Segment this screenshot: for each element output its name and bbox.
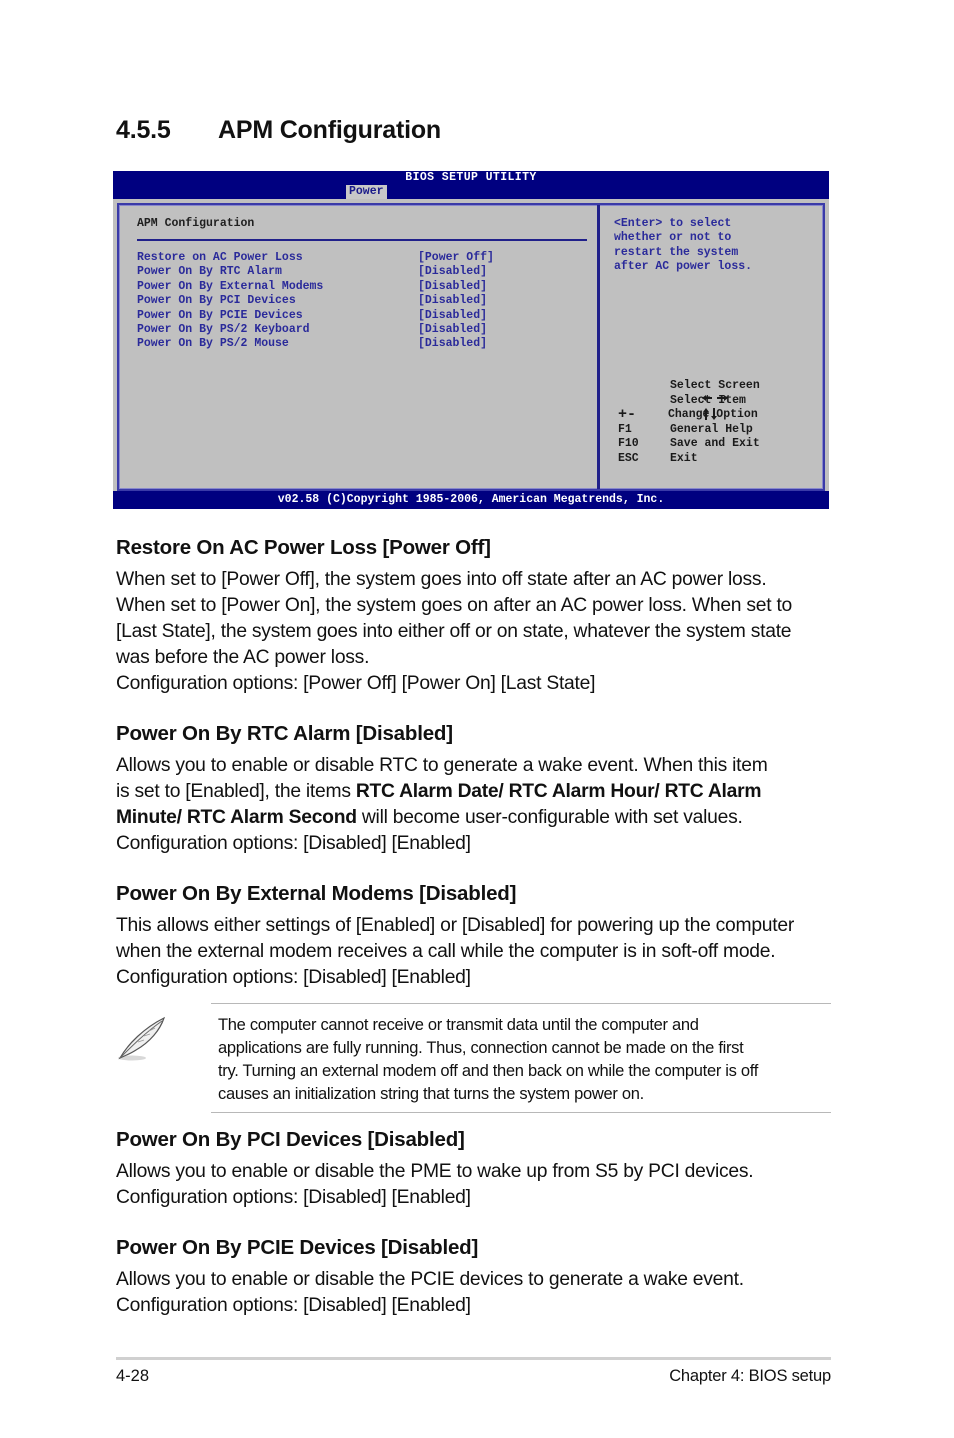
key-row: F1 General Help	[618, 423, 818, 438]
text-line: try. Turning an external modem off and t…	[218, 1062, 759, 1080]
key-desc: Change Option	[668, 408, 758, 422]
bios-item[interactable]: Restore on AC Power Loss [Power Off]	[137, 251, 597, 265]
bios-help-panel: <Enter> to select whether or not to rest…	[600, 205, 823, 489]
text-run: will become user-configurable with set v…	[356, 807, 743, 828]
bios-item-label: Power On By PCI Devices	[137, 294, 296, 308]
bios-item[interactable]: Power On By PCIE Devices [Disabled]	[137, 309, 597, 323]
text-line: Allows you to enable or disable the PCIE…	[116, 1269, 744, 1290]
bios-item-label: Power On By PCIE Devices	[137, 308, 303, 322]
key-row: ESC Exit	[618, 452, 818, 467]
bios-item[interactable]: Power On By External Modems [Disabled]	[137, 280, 597, 294]
paragraph-restore-ac-power-loss: When set to [Power Off], the system goes…	[116, 567, 836, 697]
key-row: F10 Save and Exit	[618, 437, 818, 452]
feather-pen-icon	[114, 1014, 170, 1066]
key-desc: Exit	[670, 451, 698, 465]
key-row: Select Item	[618, 393, 818, 420]
text-line: This allows either settings of [Enabled]…	[116, 915, 795, 936]
bios-item-value[interactable]: [Disabled]	[418, 265, 487, 278]
bios-frame: APM Configuration Restore on AC Power Lo…	[117, 203, 825, 491]
text-line: The computer cannot receive or transmit …	[218, 1016, 699, 1034]
text-line: Minute/ RTC Alarm Second will become use…	[116, 805, 836, 831]
text-line: When set to [Power On], the system goes …	[116, 595, 793, 616]
bold-text-run: Minute/ RTC Alarm Second	[116, 807, 357, 828]
bios-title-bar: BIOS SETUP UTILITY Power	[113, 171, 829, 199]
bios-item[interactable]: Power On By PCI Devices [Disabled]	[137, 294, 597, 308]
bios-item-list: Restore on AC Power Loss [Power Off] Powe…	[137, 251, 597, 352]
key-desc: Select Item	[670, 393, 746, 407]
bios-item-value[interactable]: [Disabled]	[418, 337, 487, 350]
heading-pcie-devices: Power On By PCIE Devices [Disabled]	[116, 1236, 479, 1259]
bios-item-label: Power On By PS/2 Keyboard	[137, 322, 310, 336]
text-line: When set to [Power Off], the system goes…	[116, 569, 767, 590]
help-line: whether or not to	[614, 231, 732, 245]
paragraph-external-modems: This allows either settings of [Enabled]…	[116, 913, 836, 991]
bold-text-run: RTC Alarm Date/ RTC Alarm Hour/ RTC Alar…	[355, 781, 762, 802]
bios-settings-panel: APM Configuration Restore on AC Power Lo…	[119, 205, 600, 489]
help-line: <Enter> to select	[614, 217, 732, 230]
key-row: +- Change Option	[618, 406, 818, 424]
bios-item[interactable]: Power On By PS/2 Mouse [Disabled]	[137, 337, 597, 351]
chapter-title: Chapter 4: BIOS setup	[669, 1367, 831, 1385]
text-line: applications are fully running. Thus, co…	[218, 1039, 744, 1057]
bios-item-label: Power On By PS/2 Mouse	[137, 337, 289, 351]
bios-key-legend: Select Screen Select Item +- Change Opti…	[618, 379, 818, 467]
key-label: +-	[618, 406, 637, 424]
heading-rtc-alarm: Power On By RTC Alarm [Disabled]	[116, 722, 453, 745]
page-number: 4-28	[116, 1367, 150, 1385]
heading-restore-ac-power-loss: Restore On AC Power Loss [Power Off]	[116, 536, 491, 559]
heading-external-modems: Power On By External Modems [Disabled]	[116, 882, 517, 905]
text-line: is set to [Enabled], the items RTC Alarm…	[116, 779, 836, 805]
paragraph-pci-devices: Allows you to enable or disable the PME …	[116, 1159, 836, 1211]
key-label: ESC	[618, 451, 639, 465]
help-line: after AC power loss.	[614, 260, 753, 274]
bios-item-label: Power On By RTC Alarm	[137, 265, 282, 279]
bios-item-label: Restore on AC Power Loss	[137, 251, 303, 264]
bios-item-value[interactable]: [Disabled]	[418, 280, 487, 293]
key-desc: General Help	[670, 422, 753, 436]
text-line: Allows you to enable or disable RTC to g…	[116, 755, 768, 776]
text-line: Configuration options: [Power Off] [Powe…	[116, 673, 596, 694]
text-line: Allows you to enable or disable the PME …	[116, 1161, 754, 1182]
text-line: was before the AC power loss.	[116, 647, 370, 668]
help-line: restart the system	[614, 245, 739, 259]
bios-item-label: Power On By External Modems	[137, 279, 324, 293]
text-line: Configuration options: [Disabled] [Enabl…	[116, 1295, 471, 1316]
note-text: The computer cannot receive or transmit …	[218, 1014, 828, 1106]
bios-item[interactable]: Power On By PS/2 Keyboard [Disabled]	[137, 323, 597, 337]
text-line: when the external modem receives a call …	[116, 941, 776, 962]
heading-pci-devices: Power On By PCI Devices [Disabled]	[116, 1128, 465, 1151]
text-line: Configuration options: [Disabled] [Enabl…	[116, 833, 471, 854]
key-row: Select Screen	[618, 379, 818, 401]
bios-screen: BIOS SETUP UTILITY Power APM Configurati…	[113, 171, 829, 509]
bios-title: BIOS SETUP UTILITY	[405, 171, 537, 184]
bios-item-value[interactable]: [Power Off]	[418, 251, 494, 264]
bios-item[interactable]: Power On By RTC Alarm [Disabled]	[137, 265, 597, 279]
bios-tab-power[interactable]: Power	[346, 185, 387, 199]
section-title-text: APM Configuration	[218, 116, 441, 144]
text-line: Configuration options: [Disabled] [Enabl…	[116, 1187, 471, 1208]
key-label: F1	[618, 422, 632, 436]
bios-item-value[interactable]: [Disabled]	[418, 309, 487, 322]
text-line: Configuration options: [Disabled] [Enabl…	[116, 967, 471, 988]
bios-help-text: <Enter> to select whether or not to rest…	[614, 217, 752, 275]
bios-copyright-bar: v02.58 (C)Copyright 1985-2006, American …	[113, 491, 829, 509]
paragraph-rtc-alarm: Allows you to enable or disable RTC to g…	[116, 753, 836, 857]
key-label: F10	[618, 437, 639, 451]
section-number: 4.5.5	[116, 116, 171, 144]
footer-divider	[116, 1357, 831, 1360]
key-desc: Select Screen	[670, 379, 760, 392]
bios-item-value[interactable]: [Disabled]	[418, 294, 487, 307]
text-line: causes an initialization string that tur…	[218, 1085, 644, 1103]
key-desc: Save and Exit	[670, 437, 760, 451]
bios-panel-heading: APM Configuration	[137, 217, 255, 230]
bios-item-value[interactable]: [Disabled]	[418, 323, 487, 336]
paragraph-pcie-devices: Allows you to enable or disable the PCIE…	[116, 1267, 836, 1319]
text-run: is set to [Enabled], the items	[116, 781, 356, 802]
bios-divider	[137, 239, 587, 241]
text-line: [Last State], the system goes into eithe…	[116, 621, 792, 642]
note-box: The computer cannot receive or transmit …	[211, 1003, 831, 1113]
section-title: 4.5.5 APM Configuration	[116, 116, 441, 145]
